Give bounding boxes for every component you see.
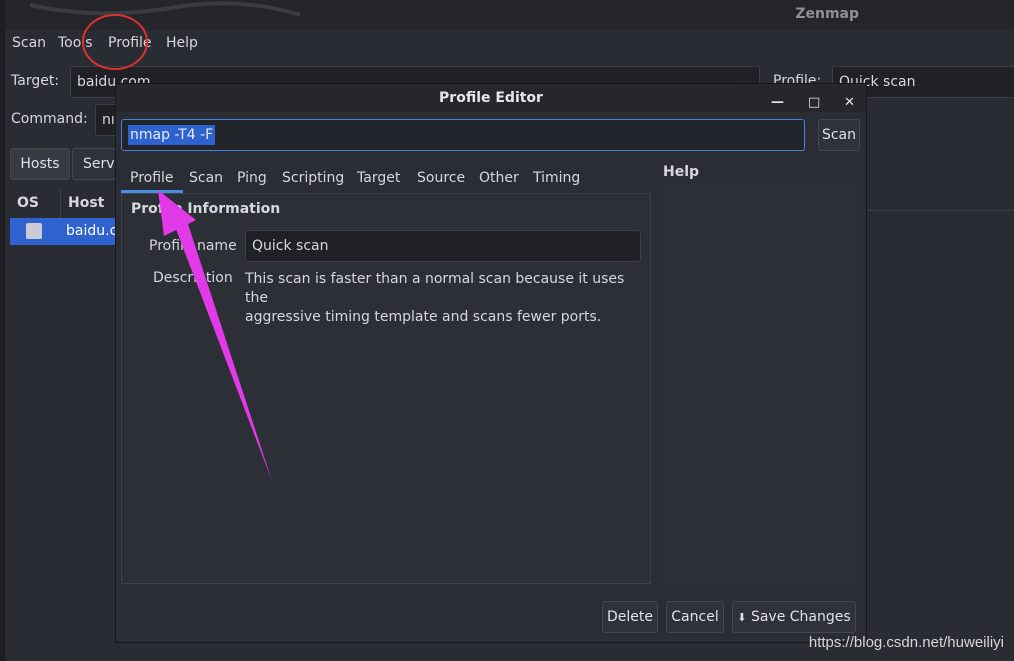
tab-scan[interactable]: Scan xyxy=(189,170,223,186)
command-label: Command: xyxy=(11,111,88,127)
tab-scripting[interactable]: Scripting xyxy=(282,170,344,186)
left-edge xyxy=(0,0,5,661)
profile-name-label: Profile name xyxy=(149,238,237,254)
column-host[interactable]: Host xyxy=(68,195,104,211)
app-title: Zenmap xyxy=(795,6,859,22)
delete-button[interactable]: Delete xyxy=(602,601,658,633)
scan-button-label: Scan xyxy=(821,127,857,143)
help-heading: Help xyxy=(663,164,700,180)
tab-hosts[interactable]: Hosts xyxy=(10,148,70,180)
command-entry[interactable]: nmap -T4 -F xyxy=(121,119,805,151)
cancel-button[interactable]: Cancel xyxy=(666,601,724,633)
dragon-watermark-icon xyxy=(29,1,300,17)
dialog-title: Profile Editor xyxy=(439,90,543,106)
menu-profile[interactable]: Profile xyxy=(108,35,152,51)
tab-ping[interactable]: Ping xyxy=(237,170,267,186)
tab-source[interactable]: Source xyxy=(417,170,465,186)
menubar: Scan Tools Profile Help xyxy=(0,30,1014,58)
column-divider xyxy=(60,188,61,218)
tab-other[interactable]: Other xyxy=(479,170,519,186)
description-text[interactable]: This scan is faster than a normal scan b… xyxy=(245,270,641,327)
table-row[interactable]: baidu.cc xyxy=(10,218,125,245)
section-title: Profile Information xyxy=(131,201,281,217)
host-table-header: OS Host xyxy=(10,188,120,219)
profile-name-input[interactable]: Quick scan xyxy=(245,230,641,262)
cancel-button-label: Cancel xyxy=(671,609,719,625)
save-button-label: Save Changes xyxy=(750,609,851,625)
column-os[interactable]: OS xyxy=(17,195,39,211)
dialog-titlebar: Profile Editor — □ ✕ xyxy=(116,84,866,112)
minimize-icon[interactable]: — xyxy=(771,89,784,117)
help-panel xyxy=(663,184,862,583)
command-value: nı xyxy=(102,112,115,128)
watermark: https://blog.csdn.net/huweiliyi xyxy=(808,634,1004,651)
delete-button-label: Delete xyxy=(607,609,653,625)
menu-tools[interactable]: Tools xyxy=(58,35,93,51)
menu-help[interactable]: Help xyxy=(166,35,198,51)
tab-timing[interactable]: Timing xyxy=(533,170,580,186)
save-icon: ⬇ xyxy=(737,611,747,624)
close-icon[interactable]: ✕ xyxy=(844,89,855,117)
profile-panel: Profile Information Profile name Quick s… xyxy=(121,193,651,584)
scan-button[interactable]: Scan xyxy=(818,119,860,151)
command-text: nmap -T4 -F xyxy=(128,125,216,145)
tab-services-label: Servi xyxy=(83,156,119,172)
menu-scan[interactable]: Scan xyxy=(12,35,46,51)
tab-target[interactable]: Target xyxy=(357,170,400,186)
save-changes-button[interactable]: ⬇ Save Changes xyxy=(732,601,856,633)
description-label: Description xyxy=(153,270,233,286)
tab-hosts-label: Hosts xyxy=(20,156,60,172)
description-line: aggressive timing template and scans few… xyxy=(245,309,602,325)
main-titlebar: Zenmap xyxy=(0,0,1014,30)
profile-editor-dialog: Profile Editor — □ ✕ nmap -T4 -F Scan Pr… xyxy=(115,83,867,643)
description-line: This scan is faster than a normal scan b… xyxy=(245,271,625,306)
target-label: Target: xyxy=(11,73,60,89)
maximize-icon[interactable]: □ xyxy=(808,89,820,117)
tab-profile[interactable]: Profile xyxy=(130,170,174,186)
linux-os-icon xyxy=(26,223,42,239)
profile-name-value: Quick scan xyxy=(252,238,329,254)
divider xyxy=(866,210,1014,211)
